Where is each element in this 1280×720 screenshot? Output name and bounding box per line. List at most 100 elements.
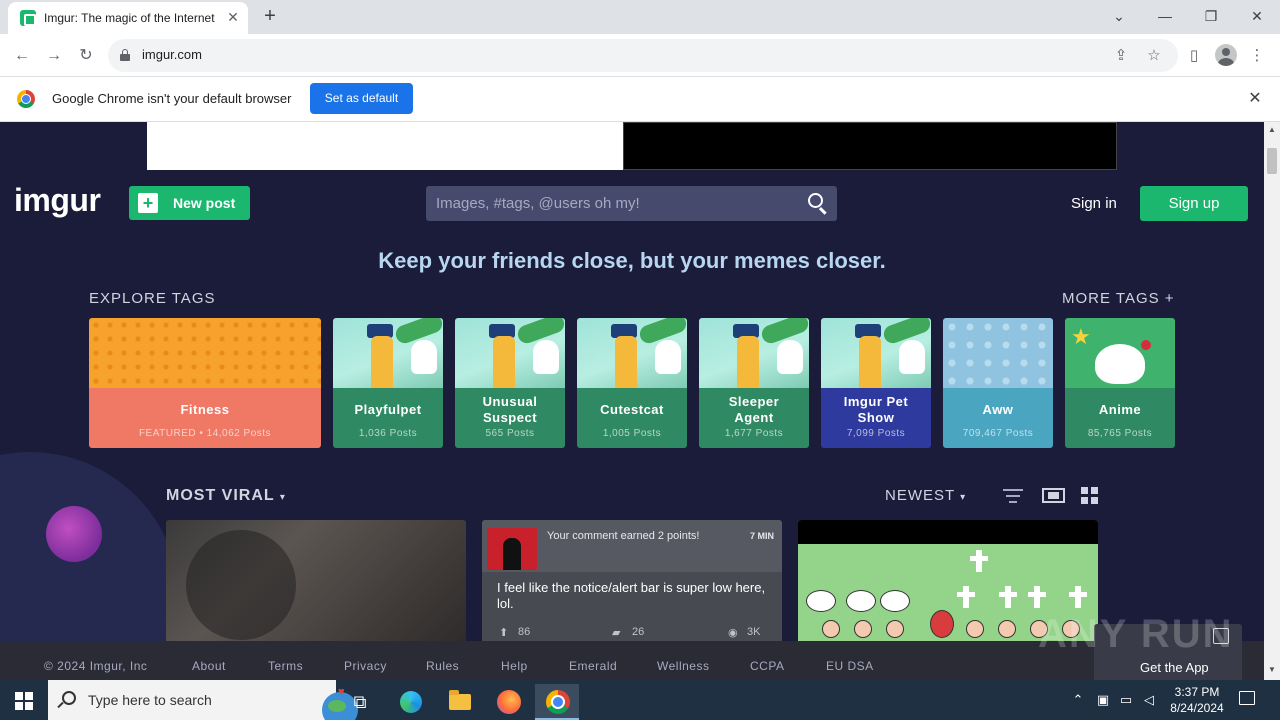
footer-link-about[interactable]: About (192, 659, 226, 673)
taskbar-search-placeholder: Type here to search (88, 692, 212, 708)
notifications-icon[interactable] (1239, 691, 1255, 705)
comic-character (822, 620, 840, 638)
more-tags-link[interactable]: MORE TAGS + (1062, 290, 1175, 307)
footer-link-emerald[interactable]: Emerald (569, 659, 617, 673)
tag-card[interactable]: Fitness FEATURED • 14,062 Posts (89, 318, 321, 448)
new-post-label: New post (173, 195, 236, 211)
card-view-icon[interactable] (1042, 488, 1065, 503)
taskbar-search-box[interactable]: Type here to search ♥ (48, 680, 358, 720)
post-card[interactable] (166, 520, 466, 642)
footer-link-rules[interactable]: Rules (426, 659, 459, 673)
tag-name: Unusual Suspect (482, 394, 538, 425)
default-browser-infobar: Google Chrome isn't your default browser… (0, 77, 1280, 122)
get-the-app-label[interactable]: Get the App (1140, 660, 1209, 675)
clock-time: 3:37 PM (1174, 685, 1220, 699)
side-panel-icon[interactable]: ▯ (1183, 45, 1205, 67)
tag-card[interactable]: Sleeper Agent 1,677 Posts (699, 318, 809, 448)
footer-link-ccpa[interactable]: CCPA (750, 659, 784, 673)
address-bar[interactable]: imgur.com ⇪ ☆ (108, 39, 1178, 72)
url-text[interactable]: imgur.com (142, 47, 202, 62)
tag-info: Anime 85,765 Posts (1065, 388, 1175, 448)
scroll-down-arrow-icon[interactable]: ▼ (1264, 662, 1280, 678)
imgur-logo[interactable]: imgur (14, 182, 101, 219)
minimize-button[interactable]: — (1150, 4, 1180, 28)
footer-link-wellness[interactable]: Wellness (657, 659, 709, 673)
footer-link-privacy[interactable]: Privacy (344, 659, 387, 673)
network-icon[interactable]: ▭ (1118, 692, 1134, 708)
tag-card[interactable]: ★ Anime 85,765 Posts (1065, 318, 1175, 448)
tag-card[interactable]: Imgur Pet Show 7,099 Posts (821, 318, 931, 448)
ad-banner-left[interactable] (147, 122, 623, 170)
menu-kebab-icon[interactable]: ⋮ (1246, 45, 1268, 67)
page-scrollbar[interactable]: ▲ ▼ (1264, 122, 1280, 680)
task-view-icon[interactable]: ⧉ (338, 684, 382, 720)
taskbar-clock[interactable]: 3:37 PM 8/24/2024 (1166, 684, 1228, 716)
reload-icon[interactable]: ↻ (73, 43, 99, 69)
browser-toolbar: ← → ↻ imgur.com ⇪ ☆ ▯ ⋮ (0, 34, 1280, 77)
set-as-default-button[interactable]: Set as default (310, 83, 413, 114)
chevron-down-icon: ▾ (960, 492, 967, 503)
profile-avatar-icon[interactable] (1215, 44, 1237, 66)
footer-link-help[interactable]: Help (501, 659, 528, 673)
restore-button[interactable]: ❐ (1196, 4, 1226, 28)
lock-icon[interactable] (120, 49, 130, 61)
ad-banner-right[interactable] (623, 122, 1117, 170)
chevron-down-icon: ▾ (279, 492, 286, 503)
comment-count: 26 (632, 626, 645, 638)
share-icon[interactable]: ⇪ (1110, 45, 1132, 67)
taskbar-chrome[interactable] (535, 684, 579, 720)
new-post-button[interactable]: + New post (129, 186, 250, 220)
tag-thumbnail (821, 318, 931, 388)
scroll-thumb[interactable] (1267, 148, 1277, 174)
sign-up-button[interactable]: Sign up (1140, 186, 1248, 221)
plus-icon: + (138, 193, 158, 213)
bookmark-star-icon[interactable]: ☆ (1143, 45, 1165, 67)
tag-card[interactable]: Playfulpet 1,036 Posts (333, 318, 443, 448)
tag-post-count: 565 Posts (485, 428, 535, 439)
infobar-message: Google Chrome isn't your default browser (52, 91, 292, 106)
newest-sort-dropdown[interactable]: NEWEST ▾ (885, 487, 966, 504)
firefox-icon (497, 690, 521, 714)
tag-card[interactable]: Aww 709,467 Posts (943, 318, 1053, 448)
most-viral-dropdown[interactable]: MOST VIRAL ▾ (166, 487, 286, 505)
notification-avatar (487, 528, 537, 570)
explore-tags-title: EXPLORE TAGS (89, 290, 216, 307)
upvote-icon[interactable]: ⬆ (499, 626, 508, 639)
grid-view-icon[interactable] (1081, 487, 1098, 504)
tag-name: Fitness (180, 402, 230, 417)
windows-start-icon[interactable] (15, 692, 33, 710)
upvote-count: 86 (518, 626, 531, 638)
chrome-icon (546, 690, 570, 714)
tray-device-icon[interactable]: ▣ (1095, 692, 1111, 708)
tag-name: Cutestcat (600, 402, 664, 417)
search-icon[interactable] (808, 193, 828, 215)
infobar-close-icon[interactable]: ✕ (1245, 89, 1265, 109)
tag-thumbnail (577, 318, 687, 388)
volume-icon[interactable]: ◁ (1141, 692, 1157, 708)
forward-arrow-icon[interactable]: → (41, 43, 67, 69)
browser-tab[interactable]: Imgur: The magic of the Internet ✕ (8, 2, 248, 34)
tag-post-count: 85,765 Posts (1087, 428, 1153, 439)
taskbar-file-explorer[interactable] (437, 684, 481, 720)
new-tab-button[interactable]: + (259, 5, 281, 27)
tag-name: Imgur Pet Show (843, 394, 909, 425)
tag-card[interactable]: Cutestcat 1,005 Posts (577, 318, 687, 448)
comic-cross (999, 586, 1017, 608)
back-arrow-icon[interactable]: ← (9, 43, 35, 69)
tab-search-chevron-icon[interactable]: ⌄ (1104, 4, 1134, 28)
tag-thumbnail (333, 318, 443, 388)
post-card[interactable]: Your comment earned 2 points! 7 MIN I fe… (482, 520, 782, 642)
taskbar-firefox[interactable] (486, 684, 530, 720)
tag-card[interactable]: Unusual Suspect 565 Posts (455, 318, 565, 448)
taskbar-edge[interactable] (388, 684, 432, 720)
scroll-up-arrow-icon[interactable]: ▲ (1264, 122, 1280, 138)
search-input[interactable] (436, 186, 796, 221)
tray-chevron-up-icon[interactable]: ⌃ (1070, 692, 1086, 708)
tag-info: Cutestcat 1,005 Posts (577, 388, 687, 448)
sign-in-link[interactable]: Sign in (1071, 195, 1117, 212)
tab-close-icon[interactable]: ✕ (224, 8, 242, 26)
close-window-button[interactable]: ✕ (1242, 4, 1272, 28)
footer-link-eu-dsa[interactable]: EU DSA (826, 659, 874, 673)
footer-link-terms[interactable]: Terms (268, 659, 303, 673)
filter-icon[interactable] (1003, 488, 1023, 504)
